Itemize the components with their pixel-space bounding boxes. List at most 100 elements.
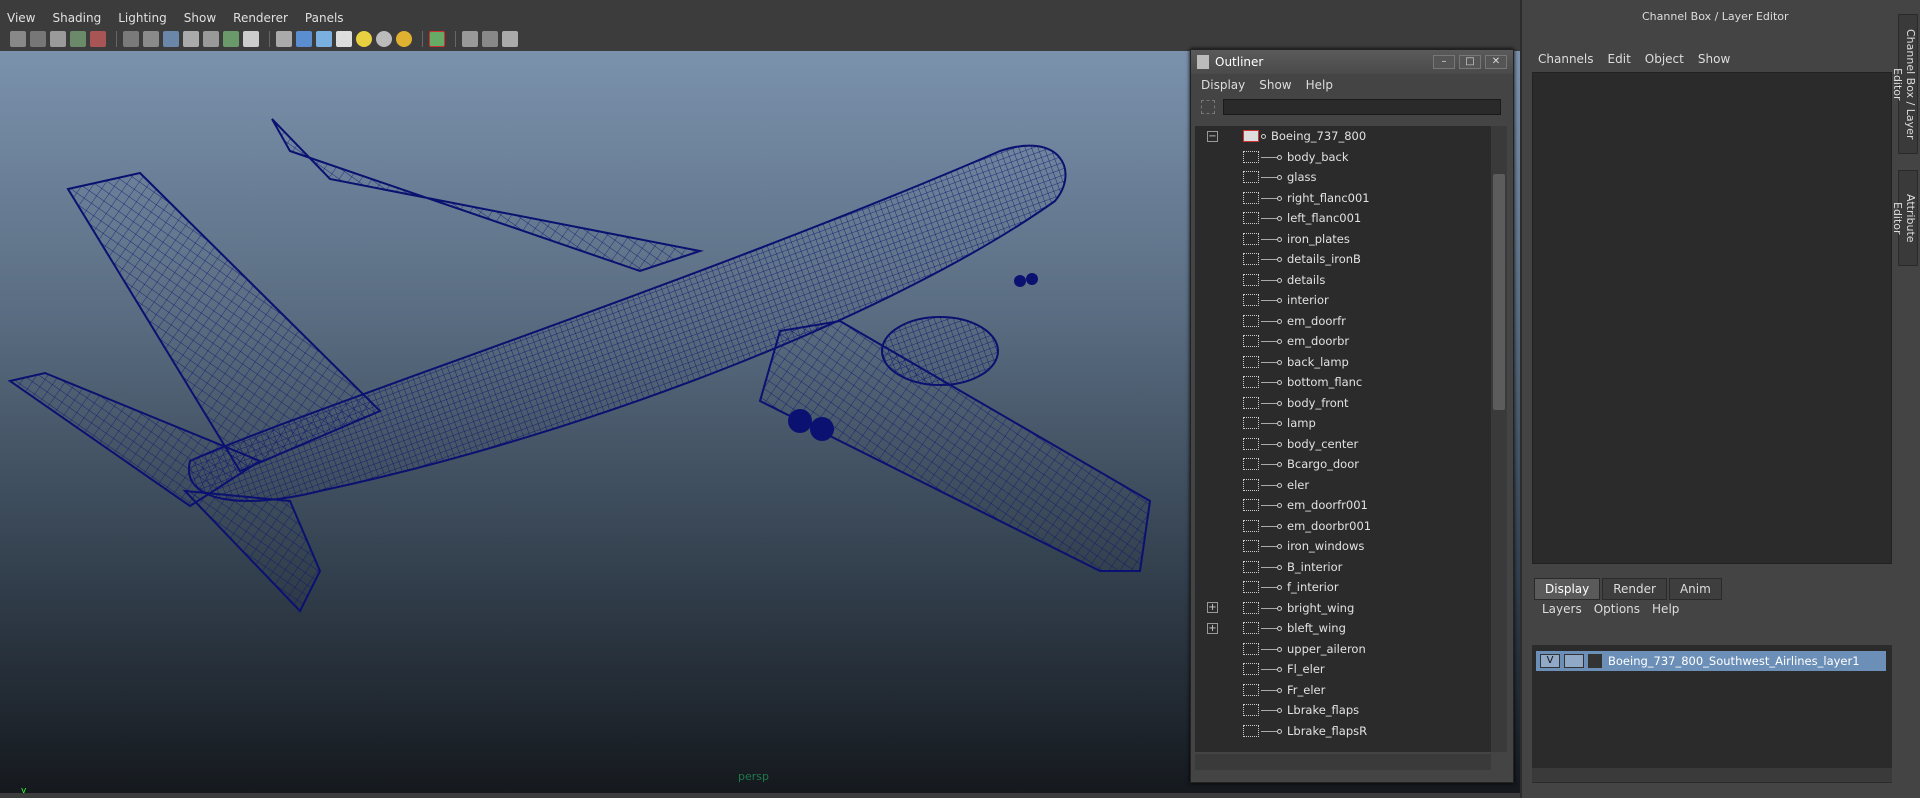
tab-render[interactable]: Render [1602,578,1667,600]
menu-shading[interactable]: Shading [52,11,101,25]
expand-icon[interactable]: + [1207,602,1218,614]
tree-row[interactable]: + bleft_wing [1195,618,1491,639]
safe-action-icon[interactable] [223,31,239,47]
tree-row[interactable]: body_front [1195,393,1491,414]
outliner-menu-display[interactable]: Display [1201,78,1245,92]
tree-row[interactable]: iron_plates [1195,229,1491,250]
layer-type-toggle[interactable] [1564,654,1584,668]
tree-row-root[interactable]: − Boeing_737_800 [1195,126,1491,147]
camera-attributes-icon[interactable] [30,31,46,47]
node-dot [1277,359,1282,365]
outliner-menu-bar: Display Show Help [1191,74,1513,96]
tree-item-label: em_doorbr [1287,334,1350,349]
outliner-menu-help[interactable]: Help [1306,78,1333,92]
tree-row[interactable]: f_interior [1195,577,1491,598]
filter-icon[interactable] [1201,100,1215,114]
xray-joints-icon[interactable] [482,31,498,47]
maximize-icon[interactable]: □ [1459,55,1481,69]
shadows-icon[interactable] [376,31,392,47]
menu-show[interactable]: Show [184,11,216,25]
field-chart-icon[interactable] [203,31,219,47]
channel-box-area[interactable] [1532,72,1892,564]
grease-pencil-icon[interactable] [90,31,106,47]
tree-row[interactable]: upper_aileron [1195,639,1491,660]
tree-row[interactable]: bottom_flanc [1195,372,1491,393]
outliner-search-input[interactable] [1223,99,1501,115]
resolution-gate-icon[interactable] [163,31,179,47]
outliner-vertical-scrollbar[interactable] [1491,126,1507,752]
expand-icon[interactable]: + [1207,622,1218,634]
wireframe-icon[interactable] [276,31,292,47]
xray-icon[interactable] [462,31,478,47]
side-tab-channel-box[interactable]: Channel Box / Layer Editor [1891,14,1918,154]
textured-icon[interactable] [336,31,352,47]
tree-row[interactable]: body_back [1195,147,1491,168]
smooth-shade-icon[interactable] [296,31,312,47]
tab-anim[interactable]: Anim [1668,578,1722,600]
bookmarks-icon[interactable] [50,31,66,47]
isolate-select-icon[interactable] [429,31,445,47]
layer-horizontal-scrollbar[interactable] [1532,768,1892,782]
outliner-horizontal-scrollbar[interactable] [1195,754,1491,770]
tree-row[interactable]: details_ironB [1195,249,1491,270]
grid-icon[interactable] [123,31,139,47]
tree-row[interactable]: + bright_wing [1195,598,1491,619]
tree-row[interactable]: em_doorbr [1195,331,1491,352]
menu-show-cb[interactable]: Show [1698,52,1730,66]
use-all-lights-icon[interactable] [356,31,372,47]
film-gate-icon[interactable] [143,31,159,47]
node-dot [1277,646,1282,652]
minimize-icon[interactable]: – [1433,55,1455,69]
menu-edit[interactable]: Edit [1608,52,1631,66]
menu-object[interactable]: Object [1645,52,1684,66]
menu-channels[interactable]: Channels [1538,52,1594,66]
node-dot [1277,298,1282,303]
tree-row[interactable]: Bcargo_door [1195,454,1491,475]
tree-row[interactable]: iron_windows [1195,536,1491,557]
tree-connector [1261,300,1277,301]
tree-row[interactable]: body_center [1195,434,1491,455]
tree-row[interactable]: em_doorfr [1195,311,1491,332]
tree-connector [1261,628,1277,629]
xray-components-icon[interactable] [502,31,518,47]
menu-options[interactable]: Options [1594,602,1640,616]
tree-row[interactable]: lamp [1195,413,1491,434]
tree-row[interactable]: B_interior [1195,557,1491,578]
menu-lighting[interactable]: Lighting [118,11,167,25]
menu-view[interactable]: View [7,11,35,25]
layer-color-icon[interactable] [1588,654,1602,668]
tree-row[interactable]: Fl_eler [1195,659,1491,680]
collapse-icon[interactable]: − [1207,130,1218,142]
tree-row[interactable]: right_flanc001 [1195,188,1491,209]
tree-row[interactable]: details [1195,270,1491,291]
outliner-title-bar[interactable]: Outliner – □ ✕ [1191,50,1513,74]
close-icon[interactable]: ✕ [1485,55,1507,69]
select-camera-icon[interactable] [10,31,26,47]
tree-row[interactable]: Lbrake_flaps [1195,700,1491,721]
tree-row[interactable]: Fr_eler [1195,680,1491,701]
side-tab-attribute-editor[interactable]: Attribute Editor [1891,170,1918,266]
outliner-menu-show[interactable]: Show [1259,78,1291,92]
tree-connector [1261,464,1277,465]
safe-title-icon[interactable] [243,31,259,47]
tree-row[interactable]: interior [1195,290,1491,311]
tree-row[interactable]: em_doorbr001 [1195,516,1491,537]
menu-renderer[interactable]: Renderer [233,11,288,25]
tab-display[interactable]: Display [1534,578,1601,600]
image-plane-icon[interactable] [70,31,86,47]
tree-row[interactable]: left_flanc001 [1195,208,1491,229]
tree-row[interactable]: glass [1195,167,1491,188]
menu-panels[interactable]: Panels [305,11,344,25]
tree-row[interactable]: em_doorfr001 [1195,495,1491,516]
ambient-occlusion-icon[interactable] [396,31,412,47]
layer-row[interactable]: V Boeing_737_800_Southwest_Airlines_laye… [1536,651,1886,671]
tree-row[interactable]: back_lamp [1195,352,1491,373]
tree-row[interactable]: eler [1195,475,1491,496]
menu-layers[interactable]: Layers [1542,602,1582,616]
layer-visibility-toggle[interactable]: V [1540,654,1560,668]
gate-mask-icon[interactable] [183,31,199,47]
tree-row[interactable]: Lbrake_flapsR [1195,721,1491,742]
menu-help-layer[interactable]: Help [1652,602,1679,616]
scrollbar-thumb[interactable] [1493,174,1505,410]
wireframe-on-shaded-icon[interactable] [316,31,332,47]
